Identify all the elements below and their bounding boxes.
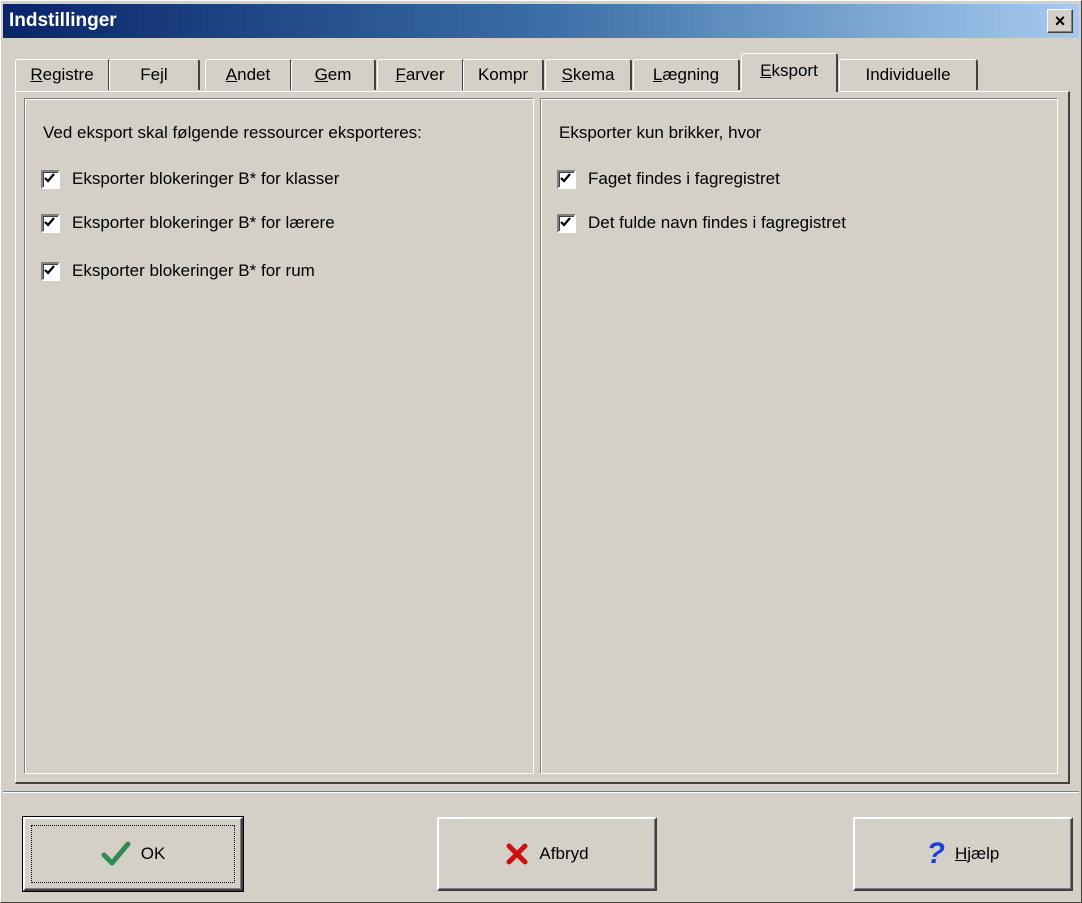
export-filter-group: Eksporter kun brikker, hvor Faget findes…	[540, 98, 1058, 774]
question-mark-icon: ?	[926, 837, 945, 870]
ok-button[interactable]: OK	[22, 816, 244, 892]
eksport-panel: Ved eksport skal følgende ressourcer eks…	[15, 91, 1070, 784]
cancel-label: Afbryd	[539, 844, 589, 863]
tab-gem[interactable]: Gem	[291, 59, 376, 90]
option-label: Eksporter blokeringer B* for rum	[72, 261, 315, 280]
option-label: Eksporter blokeringer B* for lærere	[72, 213, 335, 232]
checkbox[interactable]	[41, 261, 60, 281]
tab-registre[interactable]: Registre	[15, 59, 110, 90]
tab-skema[interactable]: Skema	[545, 59, 632, 90]
red-x-icon	[505, 842, 529, 866]
tab-fejl[interactable]: Fejl	[109, 59, 200, 90]
tab-farver[interactable]: Farver	[377, 59, 464, 90]
close-button[interactable]: ×	[1047, 9, 1073, 33]
option-blocks-rooms[interactable]: Eksporter blokeringer B* for rum	[41, 261, 315, 281]
checkbox[interactable]	[41, 213, 60, 233]
title-bar: Indstillinger ×	[3, 4, 1079, 38]
tab-eksport[interactable]: Eksport	[741, 53, 838, 92]
option-fullname-in-register[interactable]: Det fulde navn findes i fagregistret	[557, 213, 846, 233]
checkbox[interactable]	[41, 169, 60, 189]
focus-rect	[31, 825, 235, 883]
option-blocks-classes[interactable]: Eksporter blokeringer B* for klasser	[41, 169, 339, 189]
tab-individuelle[interactable]: Individuelle	[839, 59, 978, 90]
separator	[3, 791, 1079, 793]
export-resources-group: Ved eksport skal følgende ressourcer eks…	[24, 98, 534, 774]
help-button[interactable]: ? Hjælp	[853, 817, 1073, 891]
tab-laegning[interactable]: Lægning	[633, 59, 740, 90]
option-subject-in-register[interactable]: Faget findes i fagregistret	[557, 169, 780, 189]
option-blocks-teachers[interactable]: Eksporter blokeringer B* for lærere	[41, 213, 335, 233]
cancel-button[interactable]: Afbryd	[437, 817, 657, 891]
export-filter-heading: Eksporter kun brikker, hvor	[559, 123, 762, 142]
option-label: Eksporter blokeringer B* for klasser	[72, 169, 340, 188]
tab-andet[interactable]: Andet	[205, 59, 292, 90]
export-resources-heading: Ved eksport skal følgende ressourcer eks…	[43, 123, 422, 142]
option-label: Faget findes i fagregistret	[588, 169, 780, 188]
settings-dialog: Indstillinger × Registre Fejl Andet Gem …	[0, 0, 1082, 903]
close-icon: ×	[1054, 11, 1066, 31]
help-label: Hjælp	[954, 844, 1000, 863]
checkbox[interactable]	[557, 169, 576, 189]
checkbox[interactable]	[557, 213, 576, 233]
tab-kompr[interactable]: Kompr	[463, 59, 544, 90]
option-label: Det fulde navn findes i fagregistret	[588, 213, 846, 232]
window-title: Indstillinger	[9, 10, 117, 31]
